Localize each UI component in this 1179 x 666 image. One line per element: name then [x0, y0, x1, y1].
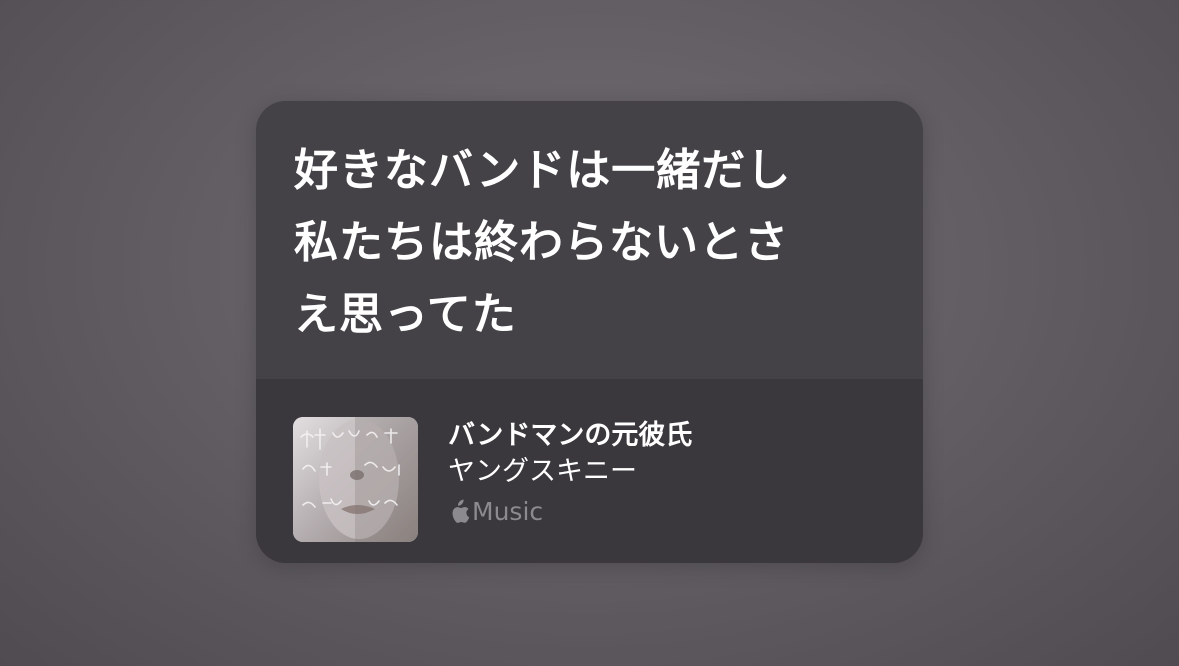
- album-artwork-image: [293, 417, 418, 542]
- track-info[interactable]: バンドマンの元彼氏 ヤングスキニー Music: [256, 379, 923, 563]
- lyric-line-3: え思ってた: [294, 289, 517, 340]
- lyrics-share-card[interactable]: 好きなバンドは一緒だし 私たちは終わらないとさ え思ってた バンドマンの元彼氏 …: [256, 101, 923, 563]
- album-artwork[interactable]: [293, 417, 418, 542]
- apple-icon: [452, 499, 470, 523]
- service-name: Music: [472, 497, 544, 526]
- apple-music-badge: Music: [448, 495, 692, 529]
- track-meta: バンドマンの元彼氏 ヤングスキニー Music: [448, 419, 692, 529]
- lyric-line-1: 好きなバンドは一緒だし: [294, 145, 792, 196]
- lyrics-section: 好きなバンドは一緒だし 私たちは終わらないとさ え思ってた: [256, 101, 923, 379]
- lyric-line-2: 私たちは終わらないとさ: [294, 217, 789, 268]
- artist-name[interactable]: ヤングスキニー: [448, 453, 692, 491]
- song-title[interactable]: バンドマンの元彼氏: [448, 419, 692, 453]
